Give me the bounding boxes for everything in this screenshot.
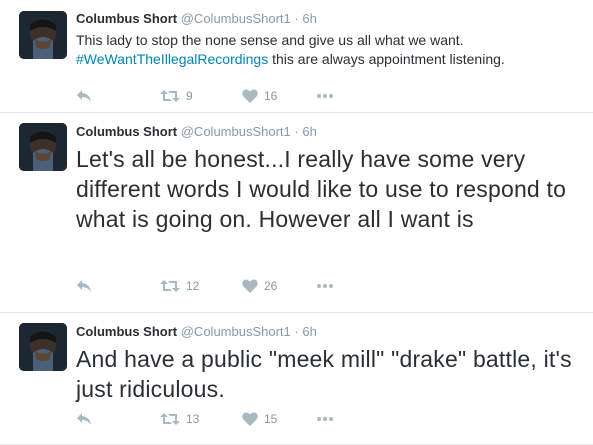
avatar[interactable] [19,11,67,59]
tweet-timestamp[interactable]: 6h [302,324,316,339]
tweet[interactable]: Columbus Short @ColumbusShort1 · 6h This… [0,0,593,113]
tweet-text: And have a public "meek mill" "drake" ba… [76,346,572,402]
reply-icon [77,280,91,292]
retweet-button[interactable]: 12 [160,278,199,294]
heart-icon [242,412,258,426]
author-username[interactable]: @ColumbusShort1 [181,11,291,26]
author-fullname[interactable]: Columbus Short [76,11,177,26]
avatar-image [19,323,67,371]
more-icon [317,417,333,421]
like-count: 15 [264,412,278,426]
tweet[interactable]: Columbus Short @ColumbusShort1 · 6h And … [0,313,593,445]
retweet-icon [160,90,180,102]
tweet-text-part: This lady to stop the none sense and giv… [76,32,464,48]
more-options-button[interactable] [316,278,334,294]
retweet-count: 12 [186,279,200,293]
like-button[interactable]: 15 [242,411,277,427]
more-options-button[interactable] [316,411,334,427]
retweet-icon [160,280,180,292]
retweet-icon [160,413,180,425]
heart-icon [242,279,258,293]
separator-dot: · [294,11,299,26]
like-button[interactable]: 26 [242,278,277,294]
tweet-timestamp[interactable]: 6h [302,124,316,139]
retweet-count: 9 [186,89,193,103]
author-fullname[interactable]: Columbus Short [76,124,177,139]
like-count: 16 [264,89,278,103]
tweet-text-part: this are always appointment listening. [268,51,505,67]
tweet-timestamp[interactable]: 6h [302,11,316,26]
tweet-header: Columbus Short @ColumbusShort1 · 6h [76,323,581,341]
reply-icon [77,90,91,102]
like-button[interactable]: 16 [242,88,277,104]
tweet-content: Columbus Short @ColumbusShort1 · 6h And … [76,323,581,404]
more-icon [317,94,333,98]
like-count: 26 [264,279,278,293]
tweet-text: This lady to stop the none sense and giv… [76,31,581,69]
hashtag-link[interactable]: #WeWantTheIllegalRecordings [76,51,268,67]
tweet-feed: Columbus Short @ColumbusShort1 · 6h This… [0,0,593,445]
tweet-header: Columbus Short @ColumbusShort1 · 6h [76,10,581,28]
tweet-header: Columbus Short @ColumbusShort1 · 6h [76,123,581,141]
avatar[interactable] [19,323,67,371]
more-icon [317,284,333,288]
tweet-content: Columbus Short @ColumbusShort1 · 6h This… [76,10,581,69]
author-fullname[interactable]: Columbus Short [76,324,177,339]
separator-dot: · [294,124,299,139]
retweet-button[interactable]: 9 [160,88,193,104]
reply-button[interactable] [76,88,92,104]
reply-icon [77,413,91,425]
retweet-count: 13 [186,412,200,426]
heart-icon [242,89,258,103]
avatar[interactable] [19,123,67,171]
author-username[interactable]: @ColumbusShort1 [181,324,291,339]
tweet-text: Let's all be honest...I really have some… [76,146,567,232]
avatar-image [19,11,67,59]
more-options-button[interactable] [316,88,334,104]
separator-dot: · [294,324,299,339]
avatar-image [19,123,67,171]
retweet-button[interactable]: 13 [160,411,199,427]
author-username[interactable]: @ColumbusShort1 [181,124,291,139]
reply-button[interactable] [76,411,92,427]
tweet-content: Columbus Short @ColumbusShort1 · 6h Let'… [76,123,581,234]
reply-button[interactable] [76,278,92,294]
tweet[interactable]: Columbus Short @ColumbusShort1 · 6h Let'… [0,113,593,313]
